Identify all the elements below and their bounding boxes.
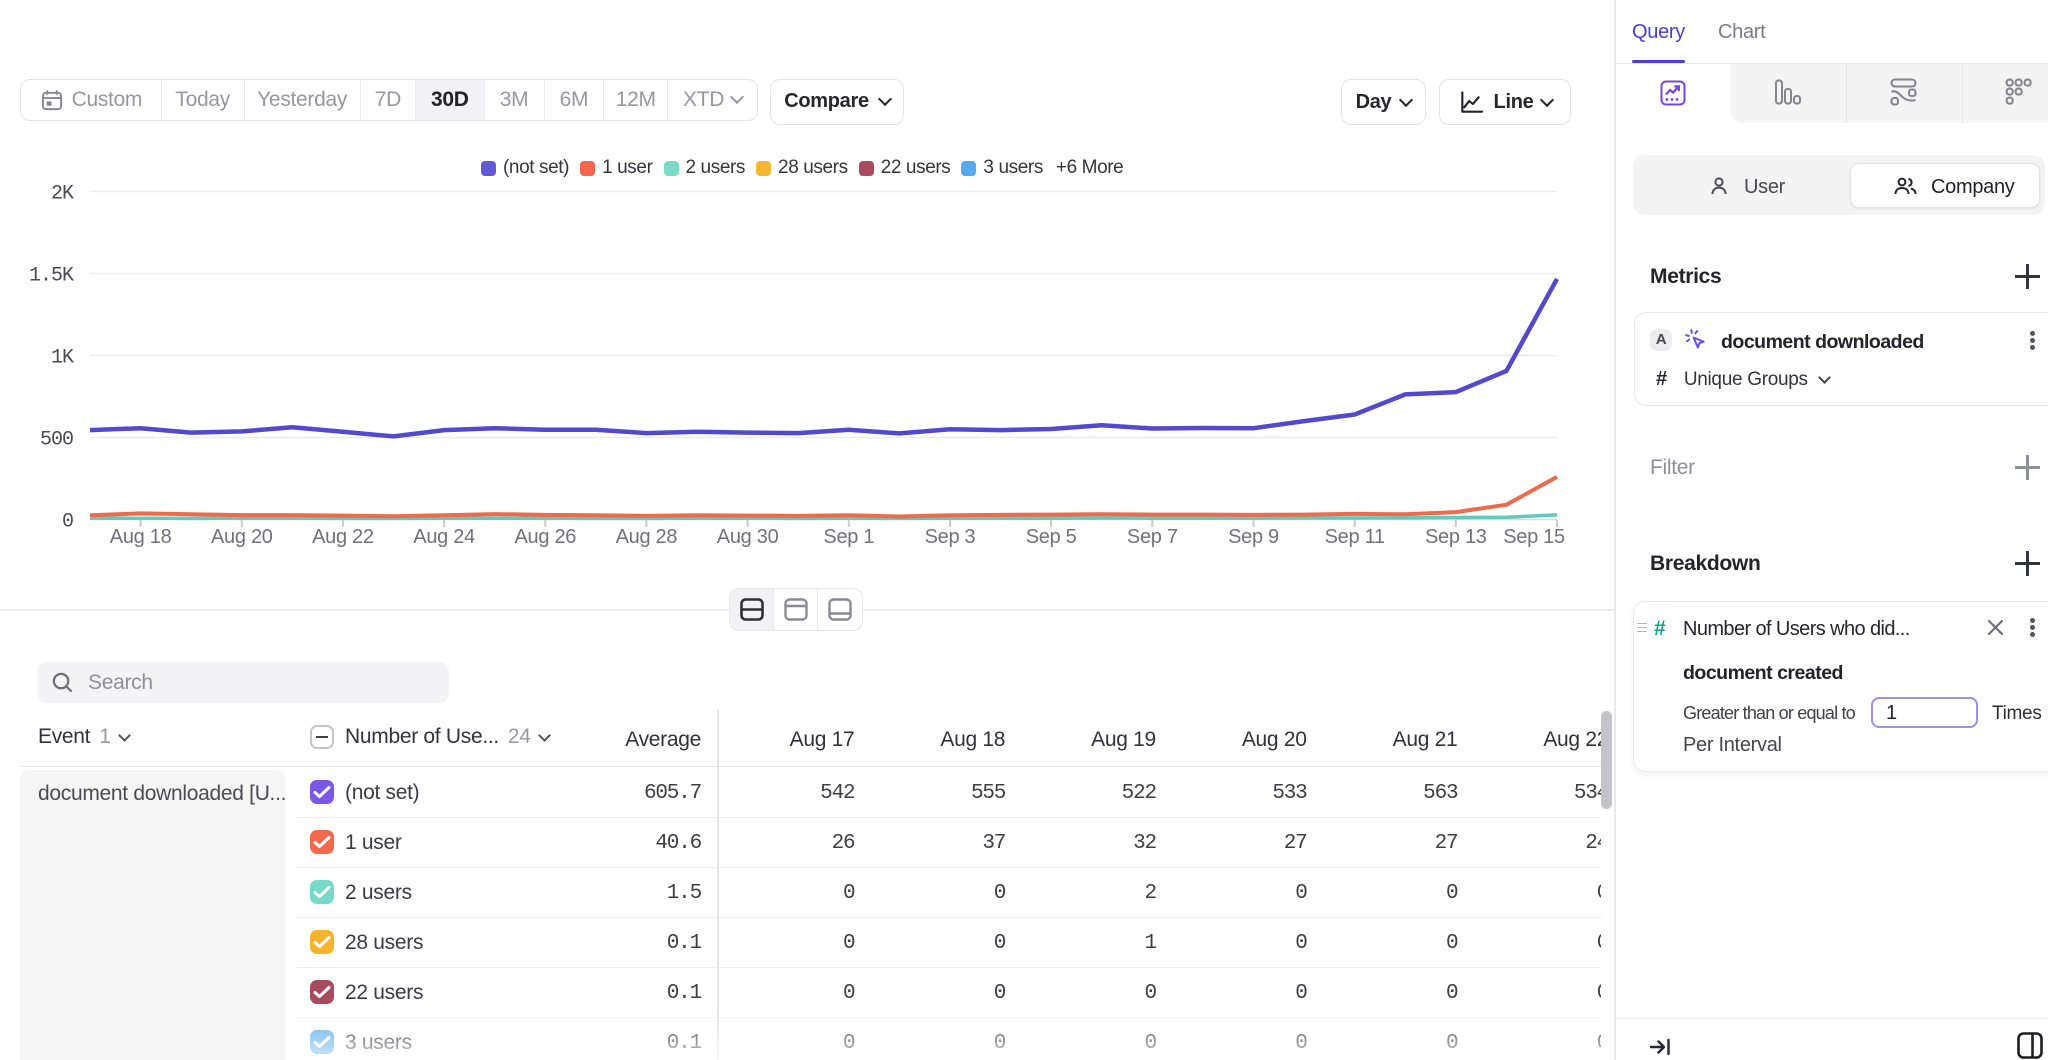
svg-text:Sep 1: Sep 1 xyxy=(823,526,874,548)
svg-text:Sep 3: Sep 3 xyxy=(925,526,976,548)
svg-text:Aug 26: Aug 26 xyxy=(515,526,577,548)
svg-text:Aug 18: Aug 18 xyxy=(110,526,172,548)
svg-text:0: 0 xyxy=(62,511,73,534)
svg-text:Aug 30: Aug 30 xyxy=(717,526,779,548)
svg-text:1.5K: 1.5K xyxy=(29,265,74,288)
svg-text:Aug 22: Aug 22 xyxy=(312,526,374,548)
svg-text:Sep 9: Sep 9 xyxy=(1228,526,1279,548)
svg-text:Sep 11: Sep 11 xyxy=(1325,526,1385,548)
svg-text:Sep 15: Sep 15 xyxy=(1503,526,1565,548)
svg-text:Sep 7: Sep 7 xyxy=(1127,526,1178,548)
svg-text:2K: 2K xyxy=(51,183,74,206)
svg-text:Sep 13: Sep 13 xyxy=(1425,526,1487,548)
svg-text:1K: 1K xyxy=(51,347,74,370)
svg-text:500: 500 xyxy=(40,429,73,452)
svg-text:Sep 5: Sep 5 xyxy=(1026,526,1077,548)
svg-text:Aug 20: Aug 20 xyxy=(211,526,273,548)
svg-text:Aug 24: Aug 24 xyxy=(413,526,475,548)
svg-text:Aug 28: Aug 28 xyxy=(616,526,678,548)
